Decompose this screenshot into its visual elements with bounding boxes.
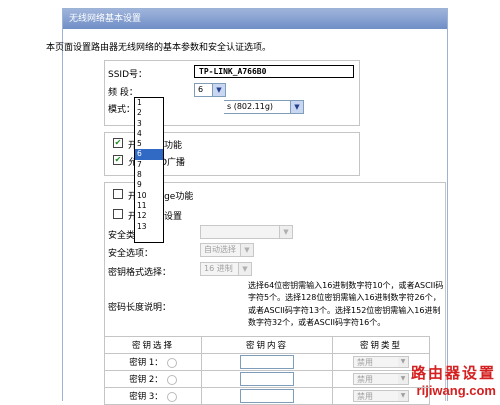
key-3-label: 密钥 3： [129, 392, 163, 402]
key-2-label: 密钥 2： [129, 375, 163, 385]
key-length-description: 选择64位密钥需输入16进制数字符10个，或者ASCII码字符5个。选择128位… [248, 281, 444, 328]
key-2-type-select[interactable]: 禁用 ▼ [353, 373, 409, 385]
mode-value: s (802.11g) [227, 102, 274, 111]
key-3-radio[interactable] [166, 391, 177, 402]
key-length-label: 密码长度说明： [108, 303, 172, 313]
ssid-broadcast-checkbox[interactable]: ✔ [113, 155, 123, 165]
channel-option[interactable]: 8 [135, 170, 163, 180]
key-table: 密钥选择 密钥内容 密钥类型 密钥 1： 禁用 ▼ 密钥 2： 禁用 ▼ 密钥 3：… [104, 336, 430, 405]
intro-text: 本页面设置路由器无线网络的基本参数和安全认证选项。 [46, 43, 272, 53]
table-row: 密钥 1： 禁用 ▼ [104, 353, 430, 371]
chevron-down-icon[interactable]: ▼ [290, 101, 303, 113]
key-3-type-select[interactable]: 禁用 ▼ [353, 390, 409, 402]
channel-option[interactable]: 3 [135, 119, 163, 129]
key-content-header: 密钥内容 [201, 336, 333, 354]
key-3-input[interactable] [240, 389, 294, 403]
key-format-value: 16 进制 [204, 264, 233, 273]
key-2-radio[interactable] [166, 374, 177, 385]
key-1-radio[interactable] [166, 357, 177, 368]
table-row: 密钥 3： 禁用 ▼ [104, 387, 430, 405]
wireless-enable-checkbox[interactable]: ✔ [113, 138, 123, 148]
key-2-type-value: 禁用 [357, 375, 373, 384]
chevron-down-icon[interactable]: ▼ [240, 244, 253, 256]
channel-value: 6 [198, 85, 204, 94]
channel-option[interactable]: 1 [135, 98, 163, 108]
channel-dropdown-list[interactable]: 1 2 3 4 5 6 7 8 9 10 11 12 13 [134, 97, 164, 243]
key-1-input[interactable] [240, 355, 294, 369]
chevron-down-icon[interactable]: ▼ [398, 357, 408, 367]
watermark-cn: 路由器设置 [410, 364, 496, 382]
key-select-header: 密钥选择 [104, 336, 202, 354]
channel-option[interactable]: 7 [135, 160, 163, 170]
channel-option[interactable]: 11 [135, 201, 163, 211]
mode-select[interactable]: s (802.11g) ▼ [224, 100, 304, 114]
watermark: 路由器设置 rijiwang.com [411, 362, 496, 398]
key-format-select[interactable]: 16 进制 ▼ [200, 262, 252, 276]
channel-option[interactable]: 10 [135, 191, 163, 201]
channel-option[interactable]: 9 [135, 180, 163, 190]
security-enable-checkbox[interactable] [113, 209, 123, 219]
key-1-label: 密钥 1： [129, 358, 163, 368]
key-2-input[interactable] [240, 372, 294, 386]
key-1-type-value: 禁用 [357, 358, 373, 367]
chevron-down-icon[interactable]: ▼ [212, 84, 225, 96]
page-title: 无线网络基本设置 [63, 9, 447, 29]
channel-select[interactable]: 6 ▼ [194, 83, 226, 97]
security-option-select[interactable]: 自动选择 ▼ [200, 243, 254, 257]
mode-label: 模式： [108, 105, 136, 115]
channel-option[interactable]: 2 [135, 108, 163, 118]
channel-option[interactable]: 5 [135, 139, 163, 149]
security-option-label: 安全选项： [108, 249, 154, 259]
chevron-down-icon[interactable]: ▼ [238, 263, 251, 275]
key-format-label: 密钥格式选择： [108, 268, 172, 278]
chevron-down-icon[interactable]: ▼ [279, 226, 292, 238]
security-option-value: 自动选择 [204, 245, 236, 254]
channel-option[interactable]: 13 [135, 222, 163, 232]
bridge-checkbox[interactable] [113, 189, 123, 199]
channel-option[interactable]: 12 [135, 211, 163, 221]
table-row: 密钥 2： 禁用 ▼ [104, 370, 430, 388]
channel-option[interactable]: 6 [135, 149, 163, 160]
channel-option[interactable]: 4 [135, 129, 163, 139]
security-type-select[interactable]: ▼ [200, 225, 293, 239]
chevron-down-icon[interactable]: ▼ [398, 374, 408, 384]
key-type-header: 密钥类型 [332, 336, 430, 354]
ssid-input[interactable]: TP-LINK_A766B0 [194, 65, 354, 78]
ssid-label: SSID号： [108, 70, 148, 80]
key-1-type-select[interactable]: 禁用 ▼ [353, 356, 409, 368]
watermark-en: rijiwang.com [416, 383, 496, 398]
